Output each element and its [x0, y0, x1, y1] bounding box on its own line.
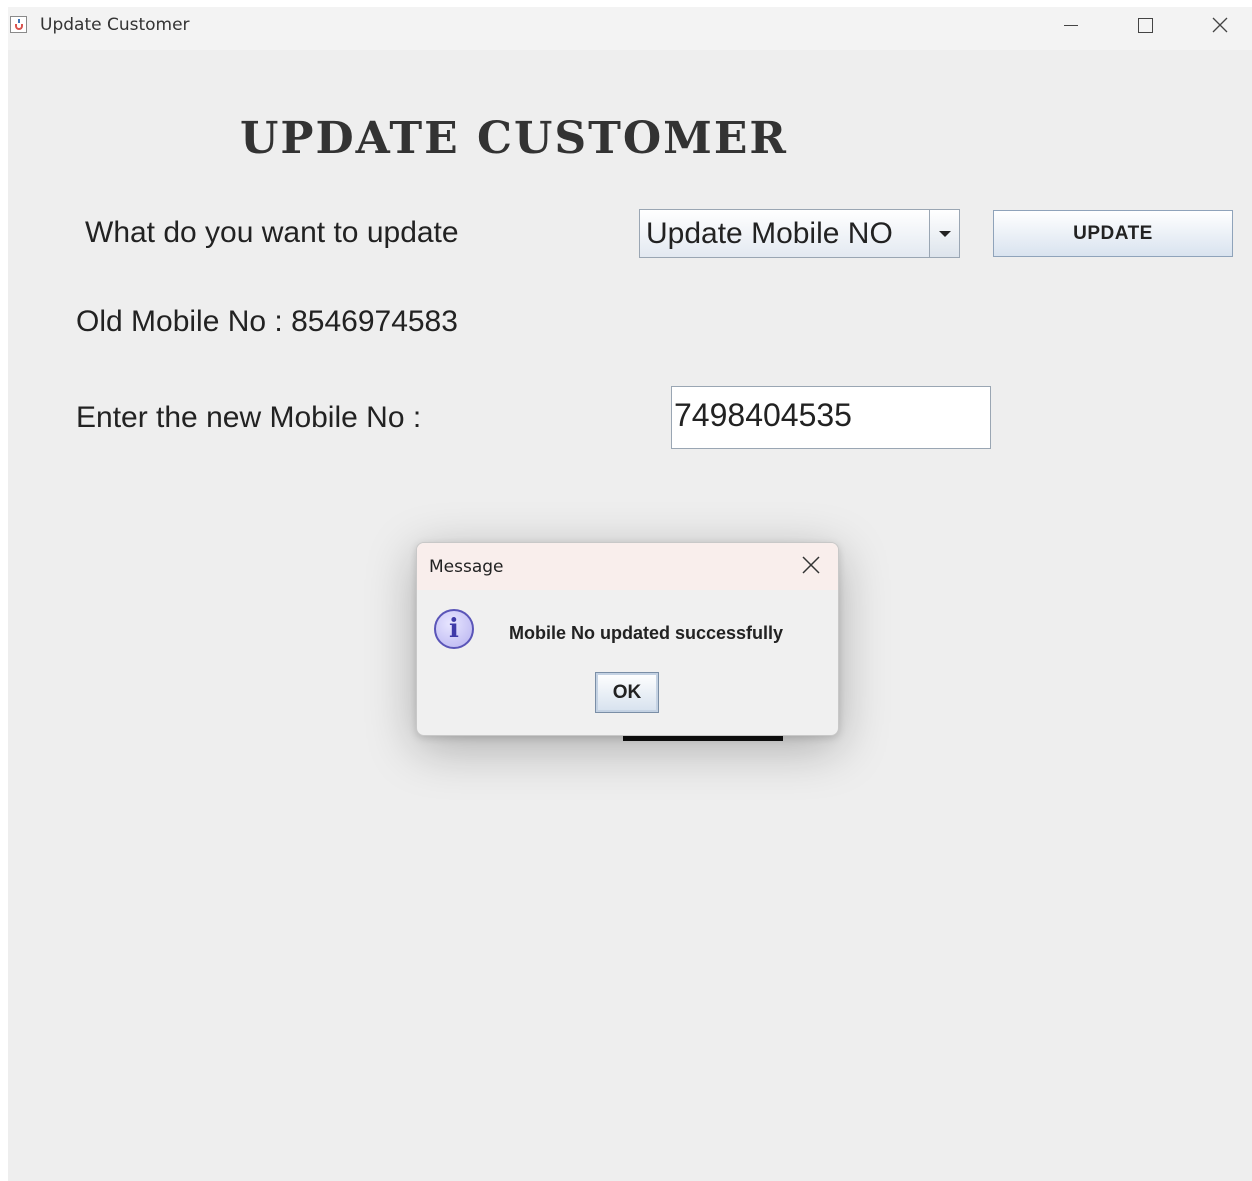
new-mobile-input[interactable]: 7498404535: [671, 386, 991, 449]
update-button[interactable]: UPDATE: [993, 210, 1233, 257]
minimize-button[interactable]: [1046, 7, 1096, 43]
page-title: UPDATE CUSTOMER: [240, 113, 788, 164]
java-cup-icon: [10, 16, 27, 33]
old-mobile-label: Old Mobile No : 8546974583: [76, 305, 458, 338]
close-button[interactable]: [1195, 7, 1245, 43]
chevron-down-icon: [938, 230, 951, 237]
dialog-title: Message: [429, 557, 504, 577]
close-icon: [1212, 17, 1228, 33]
combo-arrow-button[interactable]: [929, 210, 959, 257]
info-icon: i: [434, 609, 474, 649]
maximize-button[interactable]: [1120, 7, 1170, 43]
title-bar: Update Customer: [8, 7, 1252, 50]
ok-button[interactable]: OK: [595, 672, 659, 713]
dialog-message: Mobile No updated successfully: [509, 623, 784, 643]
update-type-selected: Update Mobile NO: [646, 217, 893, 250]
new-mobile-label: Enter the new Mobile No :: [76, 401, 422, 434]
close-icon: [802, 556, 820, 574]
dialog-title-bar: Message: [417, 543, 838, 590]
update-customer-window: Update Customer UPDATE CUSTOMER What do …: [8, 7, 1252, 1181]
minimize-icon: [1064, 24, 1078, 26]
update-type-label: What do you want to update: [85, 216, 459, 249]
message-dialog: Message i Mobile No updated successfully…: [416, 542, 839, 736]
update-type-combo[interactable]: Update Mobile NO: [639, 209, 960, 258]
window-title: Update Customer: [40, 15, 190, 35]
dialog-close-button[interactable]: [801, 555, 821, 575]
maximize-icon: [1137, 17, 1153, 33]
